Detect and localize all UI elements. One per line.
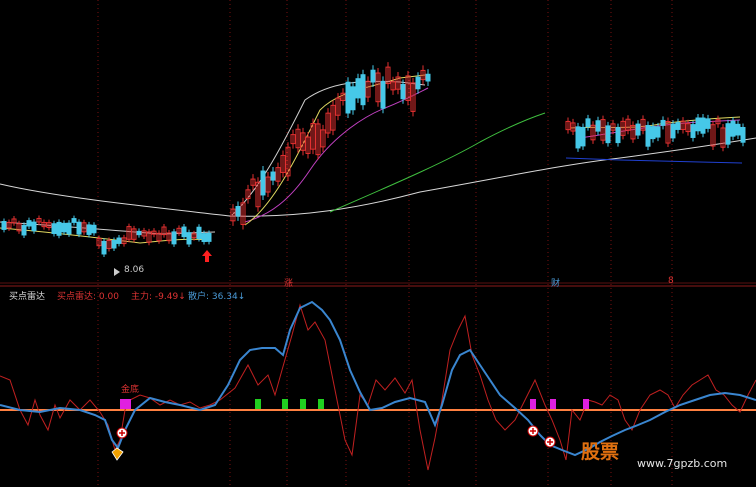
candle	[91, 224, 97, 234]
candle	[415, 76, 421, 90]
ma-long-white	[0, 137, 756, 217]
candle	[201, 233, 207, 243]
signal-bar	[318, 399, 324, 409]
candle	[595, 120, 601, 132]
candle	[740, 126, 746, 143]
main-force-label: 主力:	[131, 292, 153, 302]
candle	[171, 231, 177, 245]
signal-bar	[550, 399, 556, 409]
candle	[695, 117, 701, 132]
candle	[76, 221, 82, 235]
watermark-logo: 股票	[581, 441, 620, 463]
candle	[730, 120, 736, 137]
candle	[575, 126, 581, 149]
candle	[690, 124, 696, 138]
candle	[635, 123, 641, 136]
main-force-value: -9.49	[154, 292, 179, 302]
candle	[400, 83, 406, 100]
event-marker-zhang[interactable]: 涨	[284, 276, 293, 289]
candle	[235, 206, 241, 217]
retail-line	[0, 300, 756, 457]
candle	[86, 224, 92, 235]
ma-green	[329, 112, 546, 213]
candle	[66, 222, 72, 235]
down-arrow-icon: ↓	[237, 292, 246, 302]
candle	[670, 123, 676, 139]
signal-bar	[282, 399, 288, 409]
candle	[270, 171, 276, 181]
candle	[111, 239, 117, 249]
candle	[725, 123, 731, 145]
signal-bar	[583, 399, 589, 409]
buy-arrow-icon	[202, 250, 212, 262]
candle	[101, 240, 107, 255]
candle	[136, 230, 142, 236]
retail-value: 36.34	[211, 292, 238, 302]
diamond-signal-icon	[111, 447, 124, 461]
candle	[360, 74, 366, 106]
signal-bar	[530, 399, 536, 409]
candle	[1, 221, 7, 230]
candle	[206, 232, 212, 242]
candle	[56, 221, 62, 236]
candle	[705, 118, 711, 129]
indicator-value: 0.00	[98, 292, 119, 302]
candle	[260, 170, 266, 196]
watermark-text: www.7gpzb.com	[637, 457, 728, 470]
low-price-label: 8.06	[124, 265, 145, 275]
candle	[26, 220, 32, 227]
candle	[580, 126, 586, 147]
candle	[645, 125, 651, 147]
main-force-line	[0, 303, 756, 471]
candle	[51, 223, 57, 234]
candle	[61, 222, 67, 233]
candlestick-series[interactable]	[1, 62, 746, 257]
down-arrow-icon: ↓	[178, 292, 186, 302]
candle	[196, 226, 202, 240]
signal-label-jindi: 金底	[121, 385, 140, 395]
candle	[355, 78, 361, 99]
indicator-title[interactable]: 买点雷达	[9, 289, 45, 302]
candle	[345, 81, 351, 114]
candle	[585, 118, 591, 128]
retail-readout: 散户: 36.34↓	[188, 289, 245, 302]
candle	[425, 73, 431, 82]
main-force-readout: 主力: -9.49↓	[131, 289, 186, 302]
candle	[615, 127, 621, 144]
event-marker-cai[interactable]: 财	[551, 276, 560, 289]
ma-blue-right	[565, 157, 743, 164]
signal-bar	[255, 399, 261, 409]
candle	[605, 125, 611, 144]
candle	[31, 221, 37, 232]
signal-bar	[300, 399, 306, 409]
vertical-grid	[97, 0, 673, 487]
candle	[735, 123, 741, 136]
low-pointer-icon	[114, 268, 120, 276]
candle	[655, 126, 661, 138]
candle	[370, 69, 376, 83]
candle	[675, 122, 681, 130]
candle	[660, 119, 666, 126]
candle	[350, 86, 356, 111]
candle	[21, 224, 27, 236]
candle	[71, 218, 77, 223]
retail-label: 散户:	[188, 292, 210, 302]
indicator-name-label: 买点雷达:	[57, 292, 97, 302]
stock-chart-canvas[interactable]	[0, 0, 756, 487]
signal-bar	[125, 399, 131, 409]
indicator-name: 买点雷达: 0.00	[57, 289, 119, 302]
ma-yellow	[244, 74, 426, 226]
candle	[181, 226, 187, 238]
candle	[700, 117, 706, 134]
candle	[650, 126, 656, 140]
candle	[186, 232, 192, 245]
event-marker-8[interactable]: 8	[668, 276, 674, 286]
candle	[116, 237, 122, 244]
candle	[380, 80, 386, 109]
